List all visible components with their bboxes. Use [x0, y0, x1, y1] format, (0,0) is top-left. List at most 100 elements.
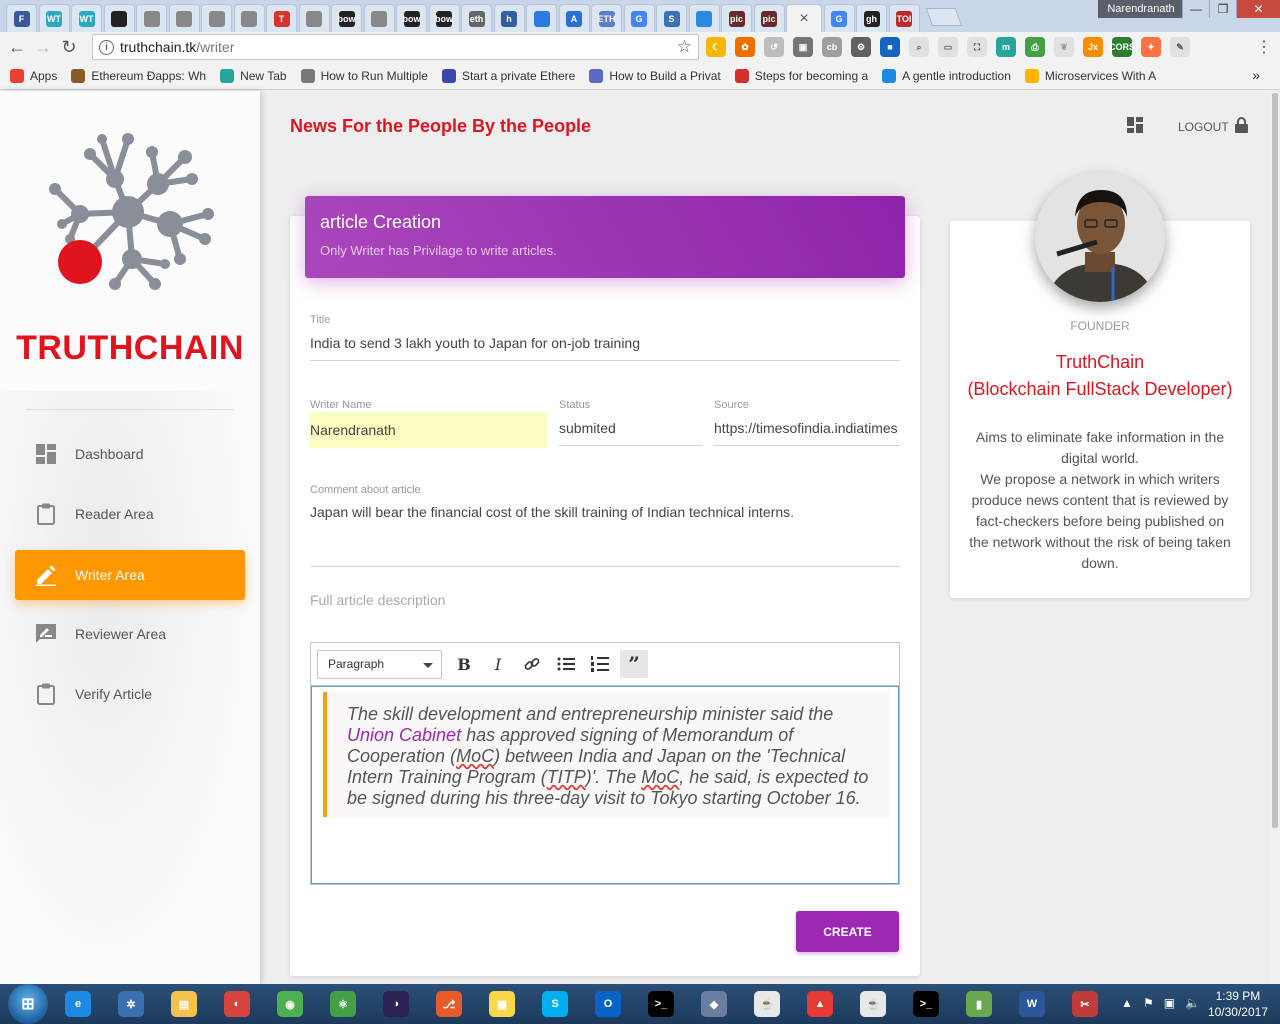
comment-field[interactable]: Comment about article Japan will bear th… [310, 484, 900, 567]
browser-tab[interactable]: S [656, 4, 687, 32]
bulleted-list-button[interactable] [552, 650, 580, 678]
more-bookmarks-button[interactable]: » [1252, 67, 1260, 83]
browser-tab[interactable]: G [823, 4, 855, 32]
taskbar-app[interactable]: W [1009, 986, 1055, 1022]
status-field[interactable]: Status submited [559, 399, 702, 446]
taskbar-app[interactable]: ▮ [956, 986, 1002, 1022]
taskbar-app[interactable]: ◑ [373, 986, 419, 1022]
browser-tab[interactable]: eth [461, 4, 492, 32]
extension-printer-icon[interactable]: ⎙ [1025, 37, 1045, 57]
bookmark-item[interactable]: Apps [10, 68, 57, 83]
browser-tab[interactable] [298, 4, 330, 32]
browser-tab[interactable]: A [558, 4, 590, 32]
scrollbar-thumb[interactable] [1272, 93, 1278, 828]
taskbar-app[interactable]: ▲ [797, 986, 843, 1022]
sidebar-item-reader-area[interactable]: Reader Area [15, 489, 245, 539]
browser-tab[interactable]: bow [331, 4, 362, 32]
new-tab-button[interactable] [925, 8, 963, 26]
profile-button[interactable]: Narendranath [1098, 0, 1184, 18]
browser-tab[interactable]: gh [856, 4, 887, 32]
browser-tab[interactable]: G [623, 4, 655, 32]
sidebar-item-dashboard[interactable]: Dashboard [15, 429, 245, 479]
editor-content-area[interactable]: The skill development and entrepreneursh… [311, 686, 899, 884]
status-input[interactable]: submited [559, 420, 702, 436]
extension-gear-icon[interactable]: ✿ [735, 37, 755, 57]
extension-window-icon[interactable]: ▭ [938, 37, 958, 57]
taskbar-app[interactable]: ☕ [744, 986, 790, 1022]
tray-expand-icon[interactable]: ▲ [1121, 996, 1133, 1010]
browser-tab[interactable]: pic [753, 4, 785, 32]
bookmark-item[interactable]: New Tab [220, 68, 287, 83]
browser-tab[interactable] [233, 4, 265, 32]
minimize-button[interactable]: — [1182, 0, 1209, 18]
numbered-list-button[interactable] [586, 650, 614, 678]
taskbar-app[interactable]: O [585, 986, 631, 1022]
browser-tab[interactable]: WT [38, 4, 70, 32]
title-input[interactable]: India to send 3 lakh youth to Japan for … [310, 335, 900, 351]
forward-button[interactable]: → [30, 34, 56, 60]
bookmark-item[interactable]: Ethereum Ðapps: Wh [71, 68, 206, 83]
browser-tab[interactable]: WT [71, 4, 102, 32]
bookmark-item[interactable]: Start a private Ethere [441, 68, 575, 83]
bookmark-item[interactable]: Microservices With A [1024, 68, 1156, 83]
start-button[interactable]: ⊞ [8, 984, 48, 1024]
comment-input[interactable]: Japan will bear the financial cost of th… [310, 504, 900, 520]
taskbar-app[interactable]: >_ [638, 986, 684, 1022]
browser-tab[interactable]: TOI [888, 4, 920, 32]
taskbar-app[interactable]: ◉ [267, 986, 313, 1022]
browser-tab[interactable]: bow [396, 4, 427, 32]
taskbar-app[interactable]: S [532, 986, 578, 1022]
union-cabinet-link[interactable]: Union Cabinet [347, 725, 461, 745]
close-window-button[interactable]: ✕ [1236, 0, 1280, 18]
browser-tab[interactable] [688, 4, 720, 32]
source-input[interactable]: https://timesofindia.indiatimes [714, 420, 900, 436]
info-icon[interactable]: i [99, 39, 114, 55]
bold-button[interactable]: B [450, 650, 478, 678]
browser-tab[interactable] [103, 4, 135, 32]
clock[interactable]: 1:39 PM 10/30/2017 [1208, 988, 1268, 1020]
source-field[interactable]: Source https://timesofindia.indiatimes [714, 399, 900, 446]
extension-cog-icon[interactable]: ⚙ [851, 37, 871, 57]
reload-button[interactable]: ↻ [56, 34, 82, 60]
close-icon[interactable]: × [799, 10, 808, 28]
extension-cors-icon[interactable]: CORS [1109, 37, 1135, 57]
extension-search-icon[interactable]: ⌕ [909, 37, 929, 57]
sidebar-item-verify-article[interactable]: Verify Article [15, 669, 245, 719]
extension-pen-icon[interactable]: ✎ [1170, 37, 1190, 57]
extension-jx-icon[interactable]: Jx [1083, 37, 1103, 57]
browser-tab[interactable] [526, 4, 557, 32]
extension-cb-icon[interactable]: cb [822, 37, 842, 57]
taskbar-app[interactable]: ◆ [691, 986, 737, 1022]
browser-tab[interactable]: ETH [591, 4, 622, 32]
link-button[interactable] [518, 650, 546, 678]
bookmark-item[interactable]: A gentle introduction [882, 68, 1011, 83]
active-browser-tab[interactable]: × [786, 4, 822, 32]
browser-tab[interactable]: bow [428, 4, 460, 32]
taskbar-app[interactable]: ⚛ [320, 986, 366, 1022]
back-button[interactable]: ← [4, 34, 30, 60]
browser-tab[interactable] [363, 4, 395, 32]
bookmark-item[interactable]: Steps for becoming a [734, 68, 868, 83]
extension-history-icon[interactable]: ↺ [764, 37, 784, 57]
dashboard-grid-icon[interactable] [1127, 117, 1143, 136]
extension-leaf-icon[interactable]: ❦ [1054, 37, 1074, 57]
taskbar-app[interactable]: ⎇ [426, 986, 472, 1022]
taskbar-app[interactable]: ▤ [161, 986, 207, 1022]
browser-tab[interactable]: h [493, 4, 525, 32]
taskbar-app[interactable]: ✂ [1062, 986, 1108, 1022]
italic-button[interactable]: I [484, 650, 512, 678]
volume-icon[interactable]: 🔈 [1185, 996, 1200, 1010]
browser-tab[interactable]: T [266, 4, 297, 32]
extension-moon-icon[interactable]: ☾ [706, 37, 726, 57]
logout-button[interactable]: LOGOUT [1178, 117, 1248, 136]
sidebar-item-reviewer-area[interactable]: Reviewer Area [15, 609, 245, 659]
maximize-button[interactable]: ❐ [1209, 0, 1236, 18]
browser-tab[interactable] [168, 4, 200, 32]
extension-screenshot-icon[interactable]: ⛶ [967, 37, 987, 57]
sidebar-item-writer-area[interactable]: Writer Area [15, 550, 245, 600]
browser-tab[interactable] [136, 4, 167, 32]
bookmark-item[interactable]: How to Run Multiple [300, 68, 428, 83]
page-scrollbar[interactable] [1270, 91, 1280, 984]
address-bar[interactable]: i truthchain.tk/writer ☆ [92, 34, 699, 60]
browser-tab[interactable]: F [6, 4, 37, 32]
